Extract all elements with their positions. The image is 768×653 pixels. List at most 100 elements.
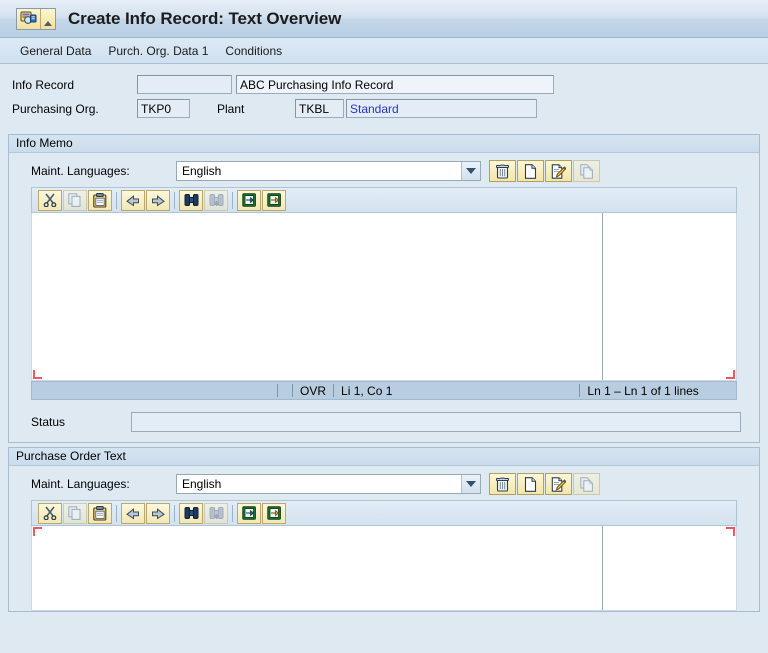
redo-button[interactable]: [146, 502, 170, 524]
plant-label: Plant: [217, 101, 245, 116]
toolbar-separator: [174, 191, 175, 209]
copy-icon: [68, 193, 82, 207]
scissors-icon: [43, 506, 57, 520]
copy-documents-icon: [579, 163, 594, 179]
find-next-button: [204, 502, 228, 524]
info-memo-status-row: Status: [9, 400, 759, 442]
tab-conditions[interactable]: Conditions: [225, 44, 282, 58]
import-text-button[interactable]: [237, 189, 261, 211]
redo-button[interactable]: [146, 189, 170, 211]
text-area-corner-marker: [33, 527, 42, 536]
overwrite-mode-indicator[interactable]: OVR: [292, 384, 333, 397]
redo-arrow-icon: [150, 507, 166, 520]
chevron-down-icon[interactable]: [461, 475, 480, 493]
page-title: Create Info Record: Text Overview: [68, 8, 342, 28]
plant-input[interactable]: [295, 99, 344, 118]
undo-arrow-icon: [125, 194, 141, 207]
undo-button[interactable]: [121, 189, 145, 211]
po-text-maint-languages-label: Maint. Languages:: [31, 477, 130, 491]
info-record-description-input[interactable]: [236, 75, 554, 94]
new-document-icon: [524, 476, 537, 492]
info-memo-maint-languages-label: Maint. Languages:: [31, 164, 130, 178]
info-memo-language-row: Maint. Languages: English: [9, 159, 759, 183]
text-area-corner-marker: [33, 370, 42, 379]
edit-document-pencil-icon: [551, 476, 566, 492]
cut-button[interactable]: [38, 502, 62, 524]
po-text-language-select[interactable]: English: [176, 474, 481, 494]
plant-description-input[interactable]: [346, 99, 537, 118]
po-text-copy-text-button: [573, 473, 600, 495]
info-memo-group: Info Memo Maint. Languages: English OVR …: [8, 134, 760, 443]
window-title-bar: Create Info Record: Text Overview: [0, 0, 768, 38]
binoculars-find-icon: [184, 506, 199, 520]
status-input[interactable]: [131, 412, 741, 432]
undo-arrow-icon: [125, 507, 141, 520]
find-next-button: [204, 189, 228, 211]
import-text-button[interactable]: [237, 502, 261, 524]
chevron-down-icon[interactable]: [461, 162, 480, 180]
toolbar-separator: [116, 504, 117, 522]
edit-document-pencil-icon: [551, 163, 566, 179]
info-memo-editor-status-bar: OVR Li 1, Co 1 Ln 1 – Ln 1 of 1 lines: [31, 381, 737, 400]
chevron-down-icon[interactable]: [41, 8, 55, 29]
navigation-tab-strip: General Data Purch. Org. Data 1 Conditio…: [0, 38, 768, 64]
po-text-delete-text-button[interactable]: [489, 473, 516, 495]
clipboard-paste-icon: [93, 505, 107, 521]
info-memo-action-buttons: [489, 160, 600, 182]
po-text-text-area-wrapper: [31, 526, 737, 611]
paste-button[interactable]: [88, 189, 112, 211]
info-memo-editor-toolbar: [31, 187, 737, 213]
toolbar-separator: [116, 191, 117, 209]
info-memo-delete-text-button[interactable]: [489, 160, 516, 182]
export-text-button[interactable]: [262, 189, 286, 211]
cursor-position-indicator: Li 1, Co 1: [333, 384, 399, 397]
info-memo-text-area-wrapper: [31, 213, 737, 381]
binoculars-find-next-icon: [209, 506, 224, 520]
info-record-label: Info Record: [12, 77, 75, 92]
binoculars-find-next-icon: [209, 193, 224, 207]
tab-purch-org-data-1[interactable]: Purch. Org. Data 1: [108, 44, 208, 58]
scissors-icon: [43, 193, 57, 207]
copy-icon: [68, 506, 82, 520]
purchasing-org-plant-row: Purchasing Org. Plant: [12, 98, 768, 119]
editor-status-divider-1: [277, 384, 292, 397]
info-memo-text-input[interactable]: [32, 213, 736, 380]
purchase-order-text-group: Purchase Order Text Maint. Languages: En…: [8, 447, 760, 612]
system-menu-button[interactable]: [16, 7, 56, 30]
trash-icon: [496, 163, 509, 179]
info-memo-create-text-button[interactable]: [517, 160, 544, 182]
copy-button: [63, 189, 87, 211]
purchasing-org-input[interactable]: [137, 99, 190, 118]
export-text-button[interactable]: [262, 502, 286, 524]
editor-margin-line: [602, 526, 603, 610]
find-button[interactable]: [179, 189, 203, 211]
paste-button[interactable]: [88, 502, 112, 524]
line-count-indicator: Ln 1 – Ln 1 of 1 lines: [579, 384, 705, 397]
toolbar-separator: [232, 504, 233, 522]
purchasing-org-label: Purchasing Org.: [12, 101, 99, 116]
purchase-order-text-group-title: Purchase Order Text: [9, 448, 759, 466]
trash-icon: [496, 476, 509, 492]
new-document-icon: [524, 163, 537, 179]
po-text-edit-text-button[interactable]: [545, 473, 572, 495]
import-arrow-icon: [241, 506, 257, 520]
copy-button: [63, 502, 87, 524]
po-text-text-input[interactable]: [32, 526, 736, 610]
text-area-corner-marker: [726, 527, 735, 536]
status-label: Status: [31, 415, 66, 429]
cut-button[interactable]: [38, 189, 62, 211]
tab-general-data[interactable]: General Data: [20, 44, 91, 58]
info-memo-language-select[interactable]: English: [176, 161, 481, 181]
po-text-editor-toolbar: [31, 500, 737, 526]
undo-button[interactable]: [121, 502, 145, 524]
editor-margin-line: [602, 213, 603, 380]
clipboard-paste-icon: [93, 192, 107, 208]
po-text-create-text-button[interactable]: [517, 473, 544, 495]
info-record-number-input[interactable]: [137, 75, 232, 94]
toolbar-separator: [174, 504, 175, 522]
info-memo-edit-text-button[interactable]: [545, 160, 572, 182]
po-text-language-value: English: [182, 477, 222, 491]
export-arrow-icon: [266, 506, 282, 520]
find-button[interactable]: [179, 502, 203, 524]
copy-documents-icon: [579, 476, 594, 492]
